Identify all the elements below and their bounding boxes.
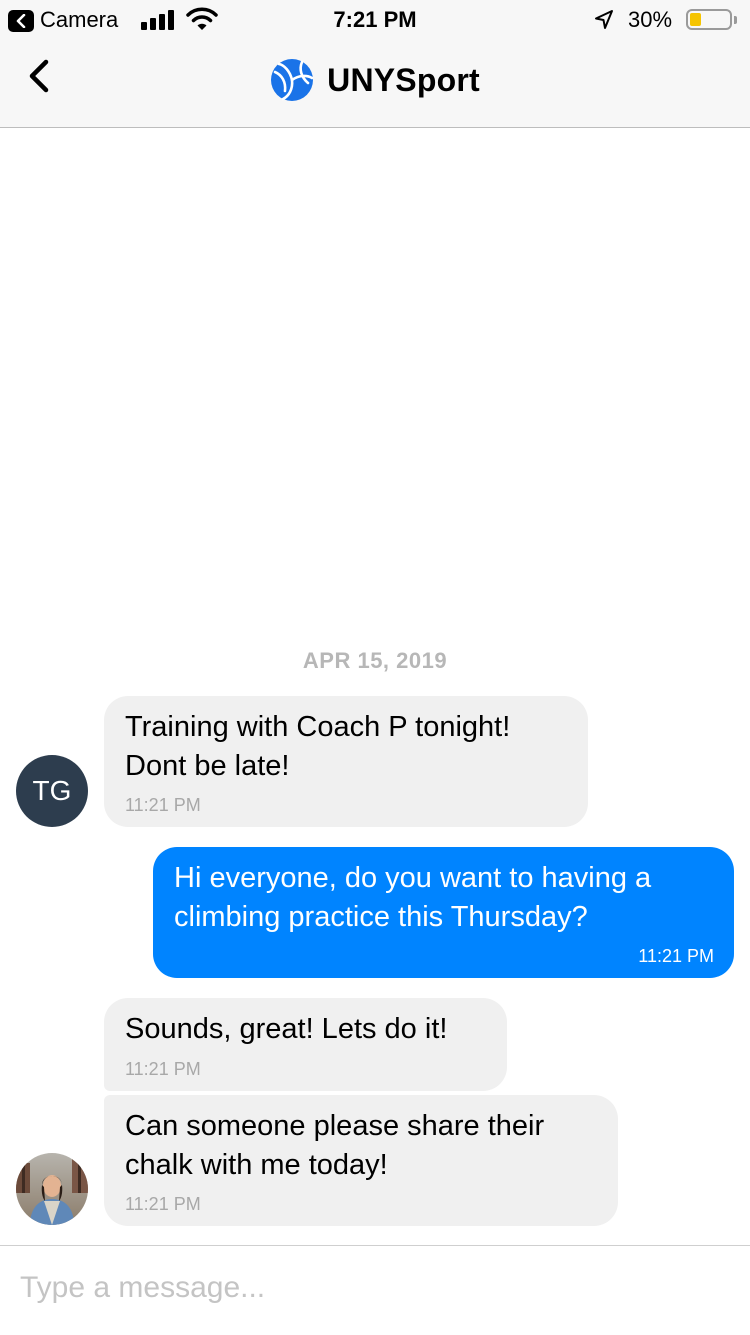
message-bubble-incoming[interactable]: Training with Coach P tonight! Dont be l… xyxy=(104,696,588,827)
avatar-photo[interactable] xyxy=(16,1153,88,1225)
status-bar: Camera 7:21 PM 30% xyxy=(0,0,750,40)
message-bubble-incoming[interactable]: Sounds, great! Lets do it! 11:21 PM xyxy=(104,998,507,1091)
message-text: Hi everyone, do you want to having a cli… xyxy=(174,862,652,933)
message-time: 11:21 PM xyxy=(125,1059,201,1079)
battery-nub xyxy=(734,16,737,24)
message-text: Training with Coach P tonight! Dont be l… xyxy=(125,711,511,782)
nav-bar: UNYSport xyxy=(0,40,750,128)
date-separator: APR 15, 2019 xyxy=(302,648,448,673)
battery-percent: 30% xyxy=(628,7,673,32)
message-time: 11:21 PM xyxy=(125,795,201,815)
message-text: Can someone please share their chalk wit… xyxy=(125,1110,545,1181)
avatar-tg[interactable]: TG xyxy=(16,755,88,827)
user-photo-icon xyxy=(16,1153,88,1225)
battery-fill xyxy=(690,13,701,26)
location-arrow-icon xyxy=(595,10,613,29)
message-time: 11:21 PM xyxy=(638,946,714,966)
message-composer xyxy=(0,1245,750,1335)
message-bubble-outgoing[interactable]: Hi everyone, do you want to having a cli… xyxy=(153,847,734,978)
message-bubble-incoming[interactable]: Can someone please share their chalk wit… xyxy=(104,1095,618,1226)
message-time: 11:21 PM xyxy=(125,1194,201,1214)
message-input[interactable] xyxy=(20,1266,720,1310)
page-title: UNYSport xyxy=(327,61,480,98)
message-text: Sounds, great! Lets do it! xyxy=(125,1013,448,1045)
battery-icon xyxy=(686,9,732,30)
volleyball-logo-icon xyxy=(271,59,314,101)
